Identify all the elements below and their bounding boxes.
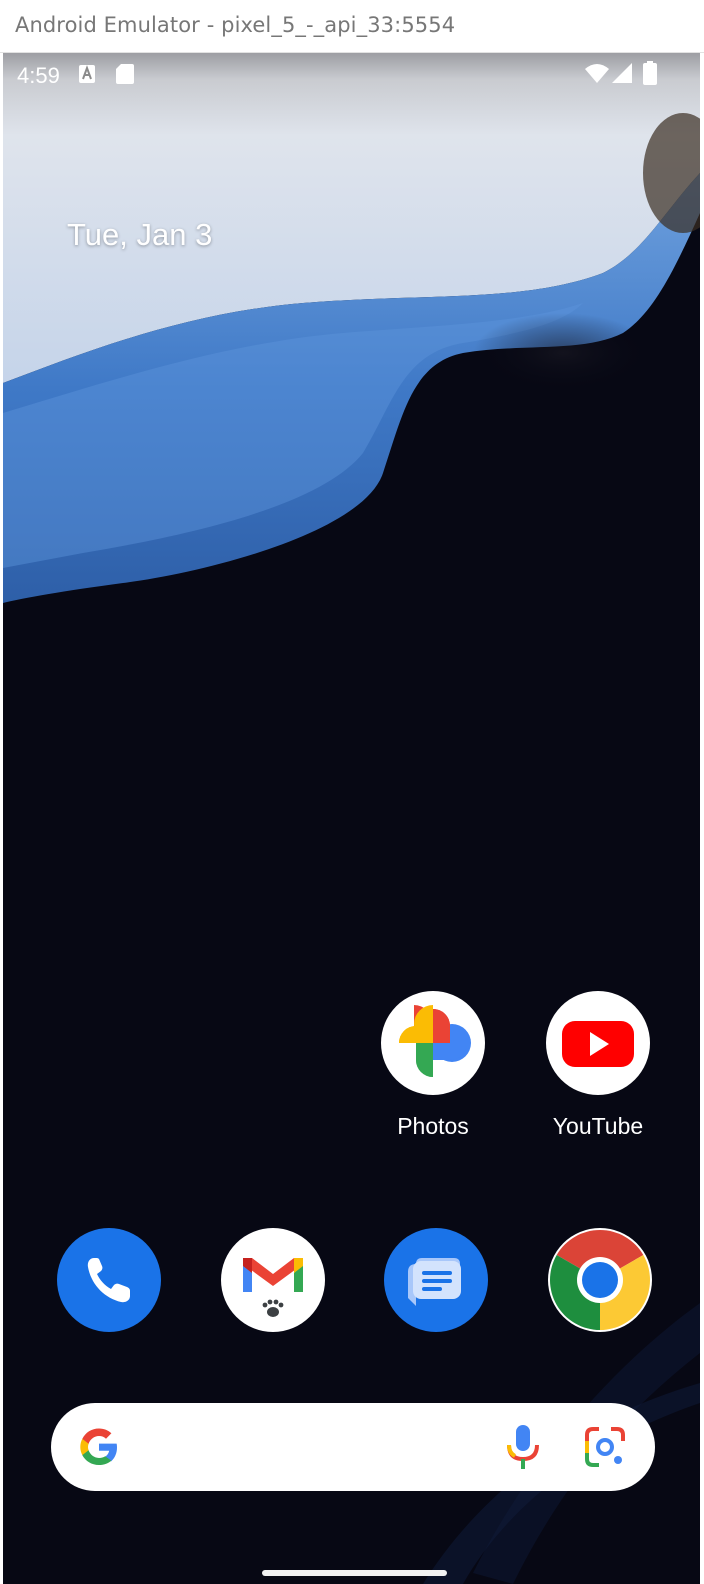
- app-label: Photos: [397, 1113, 469, 1139]
- app-photos[interactable]: Photos: [363, 991, 503, 1140]
- status-bar: 4:59: [3, 53, 700, 97]
- google-g-icon: [80, 1428, 117, 1465]
- device-screen[interactable]: 4:59 Tue, Jan 3 Photos YouTube: [3, 53, 700, 1584]
- microphone-icon[interactable]: [505, 1423, 541, 1471]
- app-label: YouTube: [552, 1113, 644, 1139]
- window-title: Android Emulator - pixel_5_-_api_33:5554: [15, 13, 456, 37]
- chrome-icon[interactable]: [548, 1228, 652, 1332]
- status-time: 4:59: [17, 63, 60, 88]
- gesture-nav-handle[interactable]: [262, 1570, 447, 1576]
- google-lens-icon[interactable]: [583, 1425, 627, 1469]
- signal-icon: [612, 63, 632, 83]
- sd-card-icon: [116, 64, 134, 84]
- google-search-bar[interactable]: [51, 1403, 655, 1491]
- date-widget[interactable]: Tue, Jan 3: [67, 217, 212, 253]
- app-youtube[interactable]: YouTube: [528, 991, 668, 1140]
- keyboard-a-icon: [79, 65, 95, 83]
- youtube-icon: [546, 991, 650, 1095]
- emulator-window: Android Emulator - pixel_5_-_api_33:5554: [0, 0, 704, 1584]
- gmail-icon[interactable]: [221, 1228, 325, 1332]
- google-photos-icon: [381, 991, 485, 1095]
- wifi-icon: [585, 64, 609, 83]
- messages-icon[interactable]: [384, 1228, 488, 1332]
- wallpaper: [3, 53, 700, 1584]
- window-titlebar[interactable]: Android Emulator - pixel_5_-_api_33:5554: [0, 0, 704, 53]
- phone-icon[interactable]: [57, 1228, 161, 1332]
- battery-icon: [643, 61, 657, 85]
